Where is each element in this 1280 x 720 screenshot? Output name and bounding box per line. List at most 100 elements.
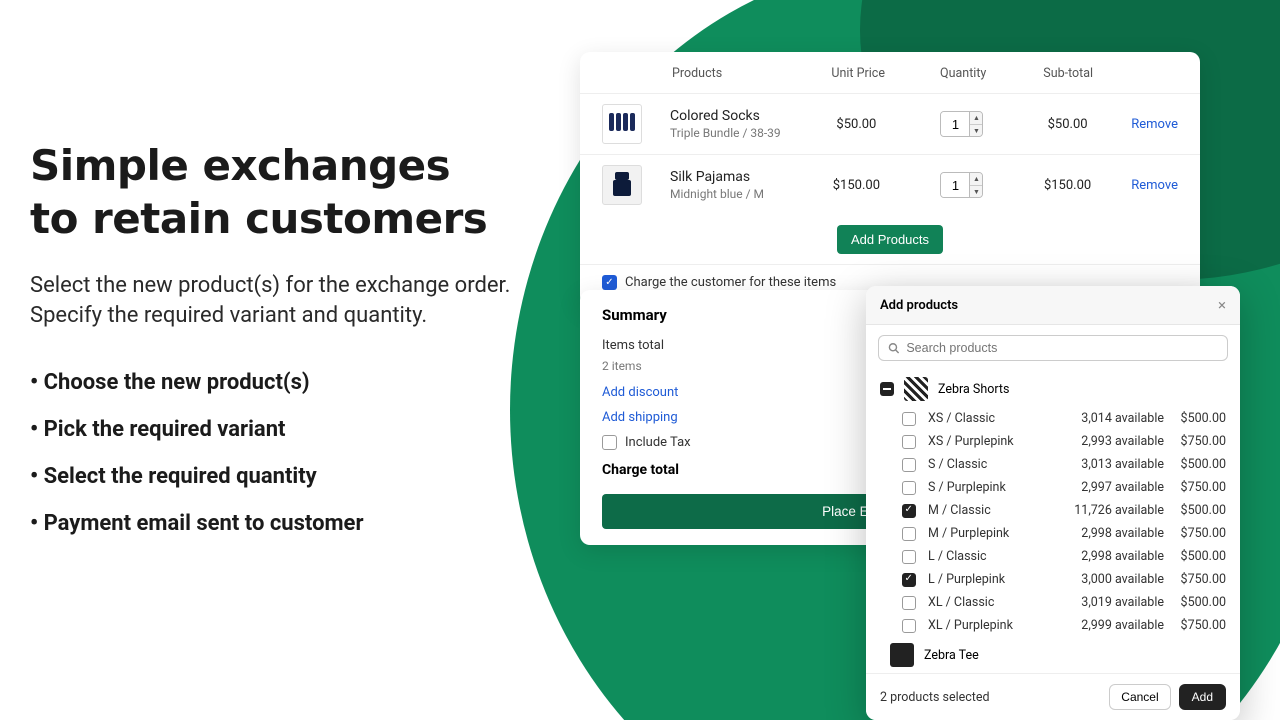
variant-row[interactable]: S / Classic3,013 available$500.00 [866, 453, 1240, 476]
variant-checkbox[interactable] [902, 619, 916, 633]
product-thumb [890, 643, 914, 667]
variant-price: $500.00 [1164, 457, 1226, 472]
variant-price: $500.00 [1164, 595, 1226, 610]
variant-name: M / Purplepink [928, 526, 1064, 541]
col-products: Products [602, 66, 806, 81]
checkbox-empty-icon[interactable]: ✓ [602, 435, 617, 450]
bullet: Payment email sent to customer [30, 511, 550, 536]
variant-row[interactable]: S / Purplepink2,997 available$750.00 [866, 476, 1240, 499]
modal-footer: 2 products selected Cancel Add [866, 673, 1240, 720]
variant-available: 2,999 available [1064, 618, 1164, 633]
table-row: Silk Pajamas Midnight blue / M $150.00 ▲… [580, 154, 1200, 215]
variant-price: $750.00 [1164, 526, 1226, 541]
variant-row[interactable]: XL / Purplepink2,999 available$750.00 [866, 614, 1240, 637]
checkbox-checked-icon[interactable]: ✓ [602, 275, 617, 290]
unit-price: $50.00 [804, 117, 910, 132]
col-unit-price: Unit Price [806, 66, 911, 81]
search-icon [888, 342, 899, 354]
variant-available: 3,019 available [1064, 595, 1164, 610]
headline-line-2: to retain customers [30, 194, 487, 243]
search-input-wrapper[interactable] [878, 335, 1228, 361]
quantity-input[interactable] [941, 173, 969, 197]
headline: Simple exchanges to retain customers [30, 140, 550, 245]
col-quantity: Quantity [911, 66, 1016, 81]
product-thumb [904, 377, 928, 401]
variant-checkbox[interactable] [902, 573, 916, 587]
variant-row[interactable]: XS / Classic3,014 available$500.00 [866, 407, 1240, 430]
variant-name: XL / Classic [928, 595, 1064, 610]
variant-available: 11,726 available [1064, 503, 1164, 518]
checkbox-indeterminate-icon[interactable] [880, 382, 894, 396]
product-thumb [602, 165, 642, 205]
variant-row[interactable]: M / Purplepink2,998 available$750.00 [866, 522, 1240, 545]
variant-checkbox[interactable] [902, 412, 916, 426]
add-products-modal: Add products × Zebra Shorts XS / Classic… [866, 286, 1240, 720]
product-name: Colored Socks [670, 108, 781, 124]
variant-checkbox[interactable] [902, 596, 916, 610]
variant-name: S / Purplepink [928, 480, 1064, 495]
bullet: Pick the required variant [30, 417, 550, 442]
table-header-row: Products Unit Price Quantity Sub-total [580, 52, 1200, 93]
search-input[interactable] [906, 341, 1218, 355]
variant-row[interactable]: L / Classic2,998 available$500.00 [866, 545, 1240, 568]
variant-row[interactable]: M / Classic11,726 available$500.00 [866, 499, 1240, 522]
variant-price: $500.00 [1164, 411, 1226, 426]
variant-checkbox[interactable] [902, 527, 916, 541]
close-icon[interactable]: × [1218, 296, 1226, 314]
variant-available: 3,014 available [1064, 411, 1164, 426]
variant-row[interactable]: XS / Purplepink2,993 available$750.00 [866, 430, 1240, 453]
modal-product-name: Zebra Tee [924, 648, 979, 663]
remove-link[interactable]: Remove [1131, 178, 1178, 193]
variant-name: XL / Purplepink [928, 618, 1064, 633]
modal-product-row[interactable]: Zebra Tee [866, 637, 1240, 673]
variant-available: 2,998 available [1064, 526, 1164, 541]
cancel-button[interactable]: Cancel [1109, 684, 1170, 710]
add-products-button[interactable]: Add Products [837, 225, 943, 254]
variant-name: XS / Purplepink [928, 434, 1064, 449]
qty-up-icon[interactable]: ▲ [970, 112, 982, 124]
quantity-stepper[interactable]: ▲▼ [940, 111, 983, 137]
variant-checkbox[interactable] [902, 435, 916, 449]
bullet: Select the required quantity [30, 464, 550, 489]
variant-checkbox[interactable] [902, 504, 916, 518]
variant-name: M / Classic [928, 503, 1064, 518]
variant-name: S / Classic [928, 457, 1064, 472]
add-button[interactable]: Add [1179, 684, 1226, 710]
variant-price: $750.00 [1164, 480, 1226, 495]
variant-checkbox[interactable] [902, 550, 916, 564]
modal-product-row[interactable]: Zebra Shorts [866, 371, 1240, 407]
qty-up-icon[interactable]: ▲ [970, 173, 982, 185]
marketing-body: Select the new product(s) for the exchan… [30, 271, 550, 330]
marketing-bullets: Choose the new product(s) Pick the requi… [30, 370, 550, 536]
marketing-copy: Simple exchanges to retain customers Sel… [30, 140, 550, 558]
variant-price: $500.00 [1164, 549, 1226, 564]
variant-name: XS / Classic [928, 411, 1064, 426]
remove-link[interactable]: Remove [1131, 117, 1178, 132]
qty-down-icon[interactable]: ▼ [970, 124, 982, 136]
product-variant: Midnight blue / M [670, 187, 764, 201]
product-variant: Triple Bundle / 38-39 [670, 126, 781, 140]
variant-row[interactable]: L / Purplepink3,000 available$750.00 [866, 568, 1240, 591]
variant-available: 2,997 available [1064, 480, 1164, 495]
variant-row[interactable]: XL / Classic3,019 available$500.00 [866, 591, 1240, 614]
qty-down-icon[interactable]: ▼ [970, 185, 982, 197]
variant-available: 3,000 available [1064, 572, 1164, 587]
variant-available: 3,013 available [1064, 457, 1164, 472]
sub-total: $150.00 [1015, 178, 1121, 193]
selected-count: 2 products selected [880, 690, 990, 705]
variant-checkbox[interactable] [902, 481, 916, 495]
quantity-stepper[interactable]: ▲▼ [940, 172, 983, 198]
variant-checkbox[interactable] [902, 458, 916, 472]
sub-total: $50.00 [1015, 117, 1121, 132]
product-thumb [602, 104, 642, 144]
variant-available: 2,998 available [1064, 549, 1164, 564]
include-tax-label: Include Tax [625, 435, 691, 450]
variant-available: 2,993 available [1064, 434, 1164, 449]
variant-name: L / Classic [928, 549, 1064, 564]
variant-price: $750.00 [1164, 434, 1226, 449]
bullet: Choose the new product(s) [30, 370, 550, 395]
variant-price: $500.00 [1164, 503, 1226, 518]
variant-price: $750.00 [1164, 618, 1226, 633]
quantity-input[interactable] [941, 112, 969, 136]
modal-header: Add products × [866, 286, 1240, 325]
